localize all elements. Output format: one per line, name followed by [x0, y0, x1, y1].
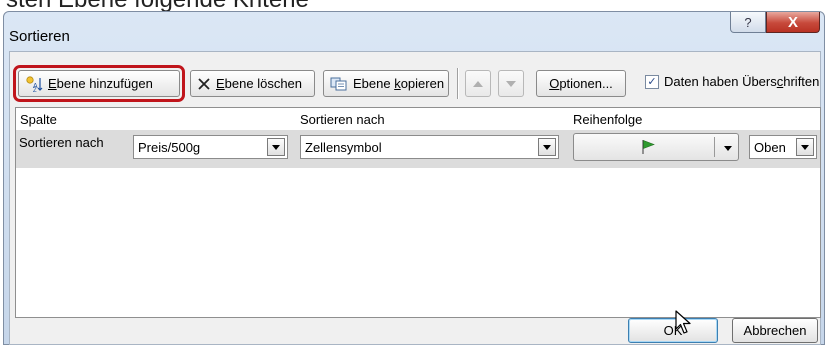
chevron-down-icon[interactable]	[538, 138, 556, 156]
help-icon: ?	[744, 14, 752, 30]
options-label: Optionen...	[549, 76, 613, 91]
background-caption-text: sten Ebene folgende Kriterie	[0, 0, 825, 11]
toolbar-separator	[457, 68, 459, 99]
move-down-button[interactable]	[498, 70, 524, 97]
copy-icon	[330, 77, 348, 91]
arrow-down-icon	[506, 80, 516, 87]
copy-level-label: Ebene kopieren	[353, 76, 445, 91]
chevron-down-icon[interactable]	[267, 138, 285, 156]
column-header-spalte: Spalte	[20, 112, 57, 127]
sort-dialog: Sortieren ? X A Z Ebene hinzufügen Ebene…	[3, 11, 825, 345]
close-button[interactable]: X	[766, 12, 820, 33]
position-select-value: Oben	[754, 139, 786, 155]
chevron-down-icon[interactable]	[796, 138, 814, 156]
options-button[interactable]: Optionen...	[536, 70, 626, 97]
checkmark-icon: ✓	[647, 75, 657, 88]
order-icon-select[interactable]	[573, 133, 739, 161]
copy-level-button[interactable]: Ebene kopieren	[323, 70, 449, 97]
help-button[interactable]: ?	[730, 12, 766, 33]
delete-level-button[interactable]: Ebene löschen	[190, 70, 315, 97]
column-header-order: Reihenfolge	[573, 112, 643, 127]
sort-levels-grid: Spalte Sortieren nach Reihenfolge Sortie…	[15, 107, 821, 318]
add-level-highlight	[13, 65, 185, 102]
row-label: Sortieren nach	[19, 135, 104, 150]
mouse-cursor-icon	[675, 310, 693, 341]
delete-x-icon	[197, 77, 211, 91]
headers-checkbox[interactable]: ✓	[645, 75, 659, 89]
sort-on-select[interactable]: Zellensymbol	[300, 135, 559, 159]
delete-level-label: Ebene löschen	[216, 76, 303, 91]
green-flag-icon	[640, 139, 656, 160]
position-select[interactable]: Oben	[749, 135, 817, 159]
chevron-down-icon[interactable]	[724, 146, 732, 151]
arrow-up-icon	[473, 80, 483, 87]
column-header-sort-on: Sortieren nach	[300, 112, 385, 127]
ok-button[interactable]: OK	[628, 318, 718, 343]
column-select-value: Preis/500g	[138, 139, 201, 155]
close-icon: X	[787, 13, 798, 31]
split-divider	[714, 137, 715, 157]
dialog-body: A Z Ebene hinzufügen Ebene löschen Ebene…	[9, 51, 821, 345]
sort-on-select-value: Zellensymbol	[305, 139, 382, 155]
cancel-button[interactable]: Abbrechen	[732, 318, 818, 343]
headers-checkbox-label[interactable]: Daten haben Überschriften	[664, 74, 819, 89]
dialog-title: Sortieren	[9, 28, 70, 45]
column-select[interactable]: Preis/500g	[133, 135, 288, 159]
move-up-button[interactable]	[465, 70, 491, 97]
